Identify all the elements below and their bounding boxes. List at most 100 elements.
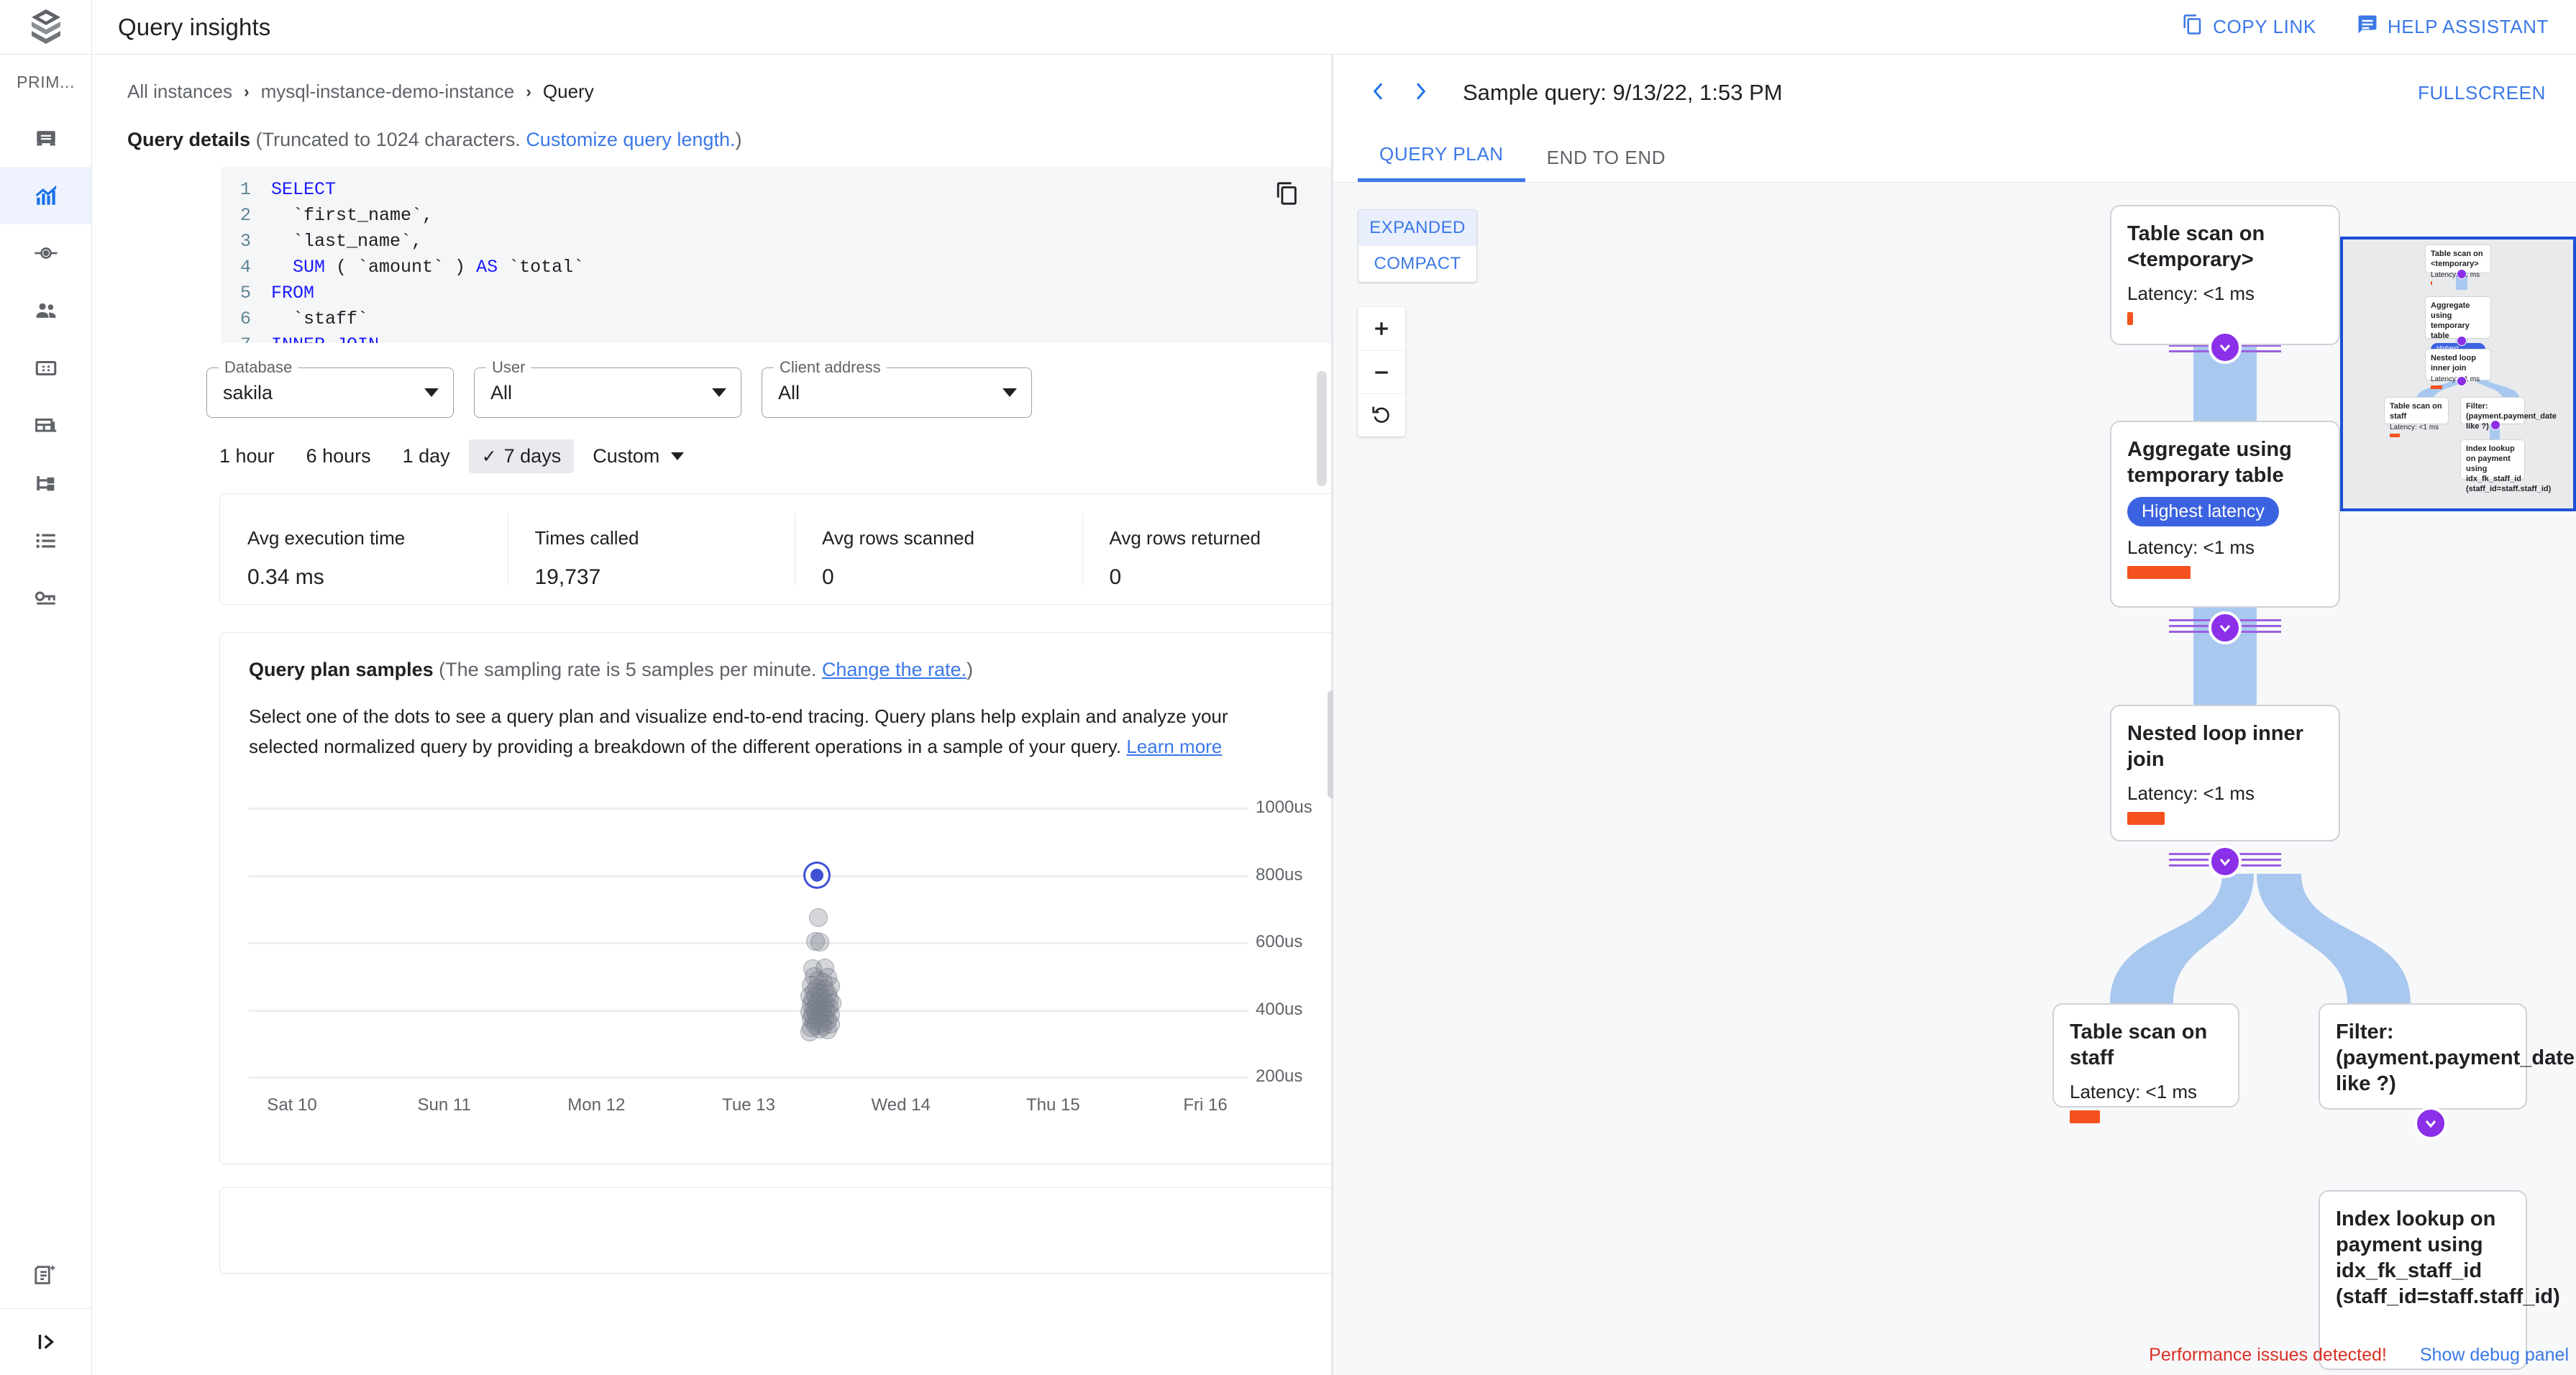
left-nav-sidebar: PRIM... — [0, 55, 92, 1375]
minimap-connector — [2490, 420, 2500, 430]
plan-minimap[interactable]: Table scan on <temporary> Latency: <1 ms… — [2340, 237, 2576, 511]
chart-sample-dot[interactable] — [800, 1023, 819, 1042]
customize-query-length-link[interactable]: Customize query length. — [526, 129, 735, 150]
chart-y-tick-label: 800us — [1256, 864, 1303, 885]
chart-x-tick-label: Sat 10 — [267, 1095, 317, 1115]
breadcrumb-instance[interactable]: mysql-instance-demo-instance — [261, 81, 515, 103]
plan-connector-expand-n3[interactable] — [2209, 845, 2242, 878]
plan-node-nested-loop-inner-join[interactable]: Nested loop inner join Latency: <1 ms — [2110, 705, 2340, 841]
query-details-heading: Query details (Truncated to 1024 charact… — [93, 103, 1331, 151]
plan-node-filter[interactable]: Filter: (payment.payment_date like ?) — [2319, 1003, 2575, 1110]
view-compact-button[interactable]: COMPACT — [1358, 246, 1476, 282]
time-range-custom[interactable]: Custom — [580, 439, 697, 473]
chart-x-tick-label: Tue 13 — [722, 1095, 775, 1115]
metric-value: 0 — [822, 565, 834, 589]
plan-connector-expand-n5[interactable] — [2414, 1107, 2447, 1140]
sampling-rate-close: ) — [967, 659, 974, 680]
metric-value: 0.34 ms — [247, 565, 324, 589]
sidebar-item-ai-assist[interactable] — [0, 1242, 92, 1308]
zoom-reset-button[interactable] — [1358, 393, 1405, 437]
sidebar-item-backups[interactable] — [0, 397, 91, 454]
show-debug-panel-link[interactable]: Show debug panel — [2420, 1345, 2569, 1366]
breadcrumb-all-instances[interactable]: All instances — [127, 81, 232, 103]
plan-node-title: Table scan on <temporary> — [2127, 222, 2265, 271]
next-sample-button[interactable] — [1399, 72, 1441, 114]
query-details-title: Query details — [127, 129, 251, 150]
cloud-sql-logo-icon[interactable] — [0, 0, 92, 55]
metric-avg-rows-returned: Avg rows returned 0 — [1082, 494, 1332, 604]
query-plan-samples-scatter-chart[interactable]: 200us 400us 600us 800us 1000us Sat 10 Sun 11 Mo… — [249, 795, 1331, 1115]
sidebar-item-operations[interactable] — [0, 512, 91, 570]
learn-more-link[interactable]: Learn more — [1126, 736, 1222, 757]
minimap-node-bar — [2431, 281, 2432, 285]
plan-node-latency: Latency: <1 ms — [2127, 536, 2255, 558]
zoom-out-button[interactable] — [1358, 350, 1405, 393]
backups-icon — [34, 414, 58, 438]
operations-list-icon — [34, 529, 58, 553]
time-range-1-hour[interactable]: 1 hour — [206, 439, 288, 473]
change-rate-link[interactable]: Change the rate. — [822, 659, 967, 680]
sidebar-item-query-insights[interactable] — [0, 167, 91, 224]
next-section-card — [219, 1187, 1331, 1274]
plan-node-table-scan-temporary[interactable]: Table scan on <temporary> Latency: <1 ms — [2110, 205, 2340, 345]
chart-gridline — [249, 1077, 1248, 1079]
minimap-node-nested-loop: Nested loop inner join Latency: <1 ms — [2425, 349, 2491, 389]
code-line: 1 SELECT — [221, 177, 1331, 203]
help-assistant-button[interactable]: HELP ASSISTANT — [2357, 14, 2549, 40]
chart-sample-dot[interactable] — [818, 1020, 838, 1039]
plan-node-latency: Latency: <1 ms — [2127, 283, 2255, 304]
plan-node-table-scan-staff[interactable]: Table scan on staff Latency: <1 ms — [2052, 1003, 2239, 1123]
chart-sample-dot[interactable] — [809, 908, 828, 928]
time-range-1-day[interactable]: 1 day — [390, 439, 463, 473]
query-plan-canvas[interactable]: EXPANDED COMPACT Table scan on <temporar… — [1333, 183, 2576, 1375]
chart-sample-dot[interactable] — [810, 933, 830, 951]
plan-node-aggregate-temporary-table[interactable]: Aggregate using temporary table Highest … — [2110, 421, 2340, 608]
previous-sample-button[interactable] — [1358, 72, 1399, 114]
sidebar-item-databases[interactable] — [0, 339, 91, 397]
chart-gridline — [249, 942, 1248, 944]
left-pane-scrollbar[interactable] — [1317, 371, 1327, 486]
minimap-node-table-scan-staff: Table scan on staff Latency: <1 ms — [2384, 397, 2449, 437]
code-line-text: `first_name`, — [271, 205, 434, 226]
copy-link-button[interactable]: COPY LINK — [2182, 14, 2316, 40]
metric-label: Avg rows returned — [1109, 527, 1261, 549]
plan-node-latency-bar — [2070, 1110, 2100, 1123]
user-select[interactable]: User All — [474, 358, 741, 418]
sidebar-item-replicas[interactable] — [0, 454, 91, 512]
samples-heading: Query plan samples (The sampling rate is… — [249, 659, 1331, 681]
fullscreen-button[interactable]: FULLSCREEN — [2418, 82, 2546, 104]
sidebar-item-users[interactable] — [0, 282, 91, 339]
expand-panel-icon — [34, 1330, 58, 1354]
copy-link-label: COPY LINK — [2213, 16, 2316, 37]
overview-icon — [34, 126, 58, 150]
sidebar-item-security[interactable] — [0, 570, 91, 627]
chart-gridline — [249, 874, 1248, 877]
connections-icon — [34, 241, 58, 265]
query-plan-pane: Sample query: 9/13/22, 1:53 PM FULLSCREE… — [1333, 55, 2576, 1375]
copy-icon — [2182, 14, 2203, 40]
tab-query-plan[interactable]: QUERY PLAN — [1358, 143, 1525, 182]
plan-connector-expand-n2[interactable] — [2209, 611, 2242, 644]
tab-end-to-end[interactable]: END TO END — [1525, 147, 1687, 182]
sidebar-item-overview[interactable] — [0, 109, 91, 167]
client-address-select[interactable]: Client address All — [762, 358, 1032, 418]
view-expanded-button[interactable]: EXPANDED — [1358, 210, 1476, 246]
minimap-connector — [2457, 376, 2467, 386]
copy-query-icon[interactable] — [1275, 181, 1300, 209]
plan-connector-expand-n1[interactable] — [2209, 331, 2242, 364]
sidebar-item-connections[interactable] — [0, 224, 91, 282]
sidebar-item-expand-panel[interactable] — [0, 1309, 92, 1375]
time-range-6-hours[interactable]: 6 hours — [293, 439, 384, 473]
top-bar-actions: COPY LINK HELP ASSISTANT — [2182, 14, 2576, 40]
chat-comment-icon — [2357, 14, 2378, 40]
client-address-select-value: All — [778, 381, 800, 403]
database-select[interactable]: Database sakila — [206, 358, 454, 418]
time-range-7-days[interactable]: ✓ 7 days — [468, 439, 575, 473]
code-line-number: 5 — [239, 283, 251, 303]
zoom-in-button[interactable] — [1358, 307, 1405, 350]
user-select-value: All — [490, 381, 513, 403]
help-assistant-label: HELP ASSISTANT — [2387, 16, 2549, 37]
code-line-text: `last_name`, — [271, 231, 423, 252]
sql-code-block[interactable]: 1 SELECT 2 `first_name`, 3 `last_name`, 4 SU… — [221, 167, 1331, 343]
chart-selected-sample-dot[interactable] — [810, 868, 824, 882]
